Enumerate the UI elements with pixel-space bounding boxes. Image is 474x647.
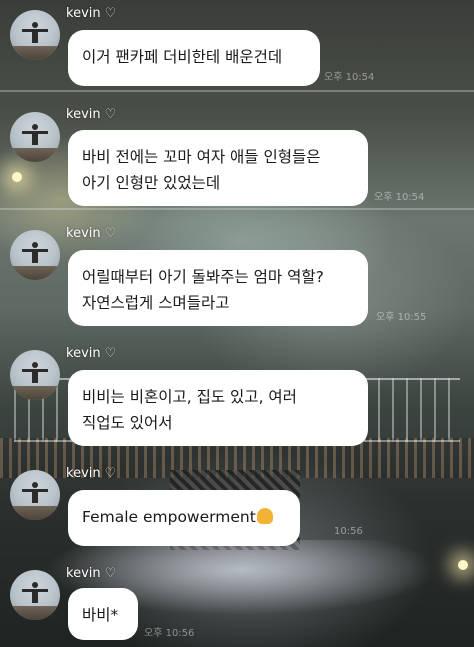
white-heart-icon: ♡ xyxy=(104,226,117,241)
message-bubble[interactable]: Female empowerment xyxy=(68,490,300,546)
stage-truss xyxy=(0,90,474,92)
spotlight xyxy=(12,172,22,182)
message-bubble[interactable]: 이거 팬카페 더비한테 배운건데 xyxy=(68,30,320,86)
white-heart-icon: ♡ xyxy=(104,466,117,481)
sender-name: kevin ♡ xyxy=(66,466,117,481)
stage-truss xyxy=(0,208,474,210)
avatar[interactable] xyxy=(10,10,60,60)
spotlight xyxy=(458,560,468,570)
message-time: 오후 10:54 xyxy=(324,72,375,83)
message-time: 10:56 xyxy=(334,526,363,537)
message-time: 오후 10:56 xyxy=(144,628,195,639)
white-heart-icon: ♡ xyxy=(104,346,117,361)
message-bubble[interactable]: 비비는 비혼이고, 집도 있고, 여러 직업도 있어서 xyxy=(68,370,368,446)
white-heart-icon: ♡ xyxy=(104,107,117,122)
message-bubble[interactable]: 바비* xyxy=(68,588,138,640)
sender-name: kevin ♡ xyxy=(66,226,117,241)
white-heart-icon: ♡ xyxy=(104,6,117,21)
avatar[interactable] xyxy=(10,570,60,620)
sender-name: kevin ♡ xyxy=(66,6,117,21)
avatar[interactable] xyxy=(10,230,60,280)
sender-name: kevin ♡ xyxy=(66,107,117,122)
message-time: 오후 10:55 xyxy=(376,312,427,323)
sender-name: kevin ♡ xyxy=(66,566,117,581)
white-heart-icon: ♡ xyxy=(104,566,117,581)
message-time: 오후 10:54 xyxy=(374,192,425,203)
flexed-biceps-icon xyxy=(256,508,273,524)
avatar[interactable] xyxy=(10,112,60,162)
sender-name: kevin ♡ xyxy=(66,346,117,361)
message-bubble[interactable]: 바비 전에는 꼬마 여자 애들 인형들은 아기 인형만 있었는데 xyxy=(68,130,368,206)
avatar[interactable] xyxy=(10,350,60,400)
message-bubble[interactable]: 어릴때부터 아기 돌봐주는 엄마 역할? 자연스럽게 스며들라고 xyxy=(68,250,368,326)
avatar[interactable] xyxy=(10,470,60,520)
